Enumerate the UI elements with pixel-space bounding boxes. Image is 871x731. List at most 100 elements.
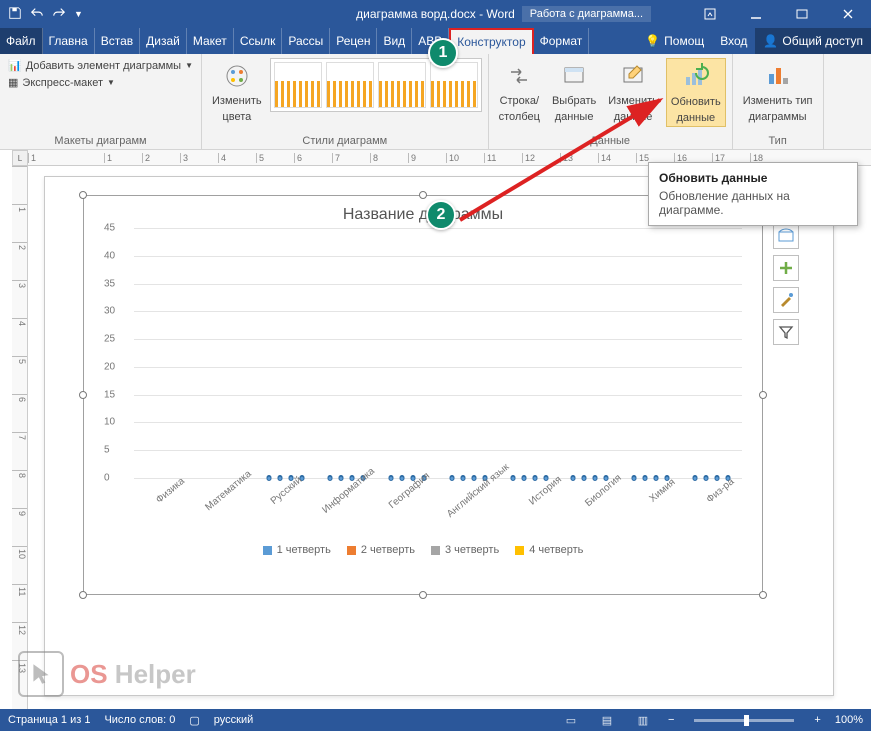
ruler-tick: 2: [12, 242, 27, 280]
switch-icon: [503, 60, 535, 92]
chart-object[interactable]: Название диаграммы 051015202530354045 Фи…: [83, 195, 763, 595]
share-button[interactable]: 👤 Общий доступ: [755, 28, 871, 54]
style-thumb[interactable]: [274, 62, 322, 108]
add-element-icon: 📊: [8, 59, 22, 72]
resize-handle[interactable]: [419, 191, 427, 199]
tab-design[interactable]: Дизай: [140, 28, 187, 54]
ruler-tick: 11: [12, 584, 27, 622]
maximize-icon[interactable]: [779, 0, 825, 28]
sign-in-button[interactable]: Вход: [712, 28, 755, 54]
tell-me-label: Помощ: [664, 34, 704, 48]
tab-view[interactable]: Вид: [377, 28, 412, 54]
annotation-1: 1: [428, 38, 458, 68]
status-page[interactable]: Страница 1 из 1: [8, 714, 90, 726]
save-icon[interactable]: [8, 6, 22, 23]
lightbulb-icon: 💡: [645, 34, 660, 48]
tab-constructor[interactable]: Конструктор: [449, 28, 533, 54]
group-label: Тип: [739, 133, 817, 147]
group-label: Стили диаграмм: [208, 133, 482, 147]
status-word-count[interactable]: Число слов: 0: [104, 714, 175, 726]
ruler-tick: 9: [12, 508, 27, 546]
resize-handle[interactable]: [419, 591, 427, 599]
ruler-tick: 5: [256, 153, 294, 163]
ruler-tick: 4: [12, 318, 27, 356]
tab-home[interactable]: Главна: [43, 28, 95, 54]
vertical-ruler[interactable]: 12345678910111213: [12, 166, 28, 709]
group-chart-styles: Изменить цвета Стили диаграмм: [202, 54, 489, 149]
ruler-tick: 1: [28, 153, 66, 163]
ruler-tick: 8: [370, 153, 408, 163]
resize-handle[interactable]: [759, 391, 767, 399]
y-tick-label: 40: [104, 250, 115, 261]
style-thumb[interactable]: [326, 62, 374, 108]
change-colors-button[interactable]: Изменить цвета: [208, 58, 266, 125]
resize-handle[interactable]: [79, 391, 87, 399]
change-chart-type-button[interactable]: Изменить тип диаграммы: [739, 58, 817, 125]
ruler-tick: 7: [332, 153, 370, 163]
legend-item[interactable]: 2 четверть: [347, 544, 415, 556]
web-layout-icon[interactable]: ▥: [632, 711, 654, 729]
read-mode-icon[interactable]: ▭: [560, 711, 582, 729]
annotation-arrow: [450, 90, 680, 240]
ruler-tick: 3: [12, 280, 27, 318]
legend-item[interactable]: 4 четверть: [515, 544, 583, 556]
ruler-tick: 1: [12, 204, 27, 242]
tooltip-title: Обновить данные: [659, 171, 847, 185]
y-tick-label: 35: [104, 278, 115, 289]
chart-styles-button[interactable]: [773, 287, 799, 313]
tab-references[interactable]: Ссылк: [234, 28, 283, 54]
zoom-level[interactable]: 100%: [835, 714, 863, 726]
express-layout-button[interactable]: ▦ Экспресс-макет ▼: [6, 75, 195, 90]
ruler-tick: 7: [12, 432, 27, 470]
legend-item[interactable]: 1 четверть: [263, 544, 331, 556]
chart-layout-options-button[interactable]: [773, 223, 799, 249]
resize-handle[interactable]: [79, 191, 87, 199]
chevron-down-icon: ▼: [107, 78, 115, 87]
tell-me-input[interactable]: 💡 Помощ: [637, 28, 712, 54]
ribbon-collapse-icon[interactable]: [687, 0, 733, 28]
chart-type-icon: [762, 60, 794, 92]
proofing-icon[interactable]: ▢: [189, 714, 199, 727]
share-label: Общий доступ: [782, 34, 863, 48]
legend-swatch: [263, 546, 272, 555]
ruler-tick: [12, 166, 27, 204]
ruler-tick: 9: [408, 153, 446, 163]
status-language[interactable]: русский: [214, 714, 253, 726]
undo-icon[interactable]: [30, 6, 44, 23]
zoom-out-button[interactable]: −: [668, 714, 674, 726]
chart-filters-button[interactable]: [773, 319, 799, 345]
ruler-tick: 17: [712, 153, 750, 163]
legend-item[interactable]: 3 четверть: [431, 544, 499, 556]
group-label: Макеты диаграмм: [6, 133, 195, 147]
resize-handle[interactable]: [759, 591, 767, 599]
zoom-slider[interactable]: [694, 719, 794, 722]
print-layout-icon[interactable]: ▤: [596, 711, 618, 729]
document-workspace: L 1123456789101112131415161718 123456789…: [0, 150, 871, 709]
ruler-tick: 1: [104, 153, 142, 163]
tab-layout[interactable]: Макет: [187, 28, 234, 54]
tooltip-body: Обновление данных на диаграмме.: [659, 189, 847, 217]
tab-mailings[interactable]: Рассы: [282, 28, 330, 54]
resize-handle[interactable]: [79, 591, 87, 599]
minimize-icon[interactable]: [733, 0, 779, 28]
tab-file[interactable]: Файл: [0, 28, 43, 54]
add-chart-element-button[interactable]: 📊 Добавить элемент диаграммы ▼: [6, 58, 195, 73]
tab-format[interactable]: Формат: [534, 28, 590, 54]
qat-dropdown-icon[interactable]: ▼: [74, 9, 83, 19]
chart-plot-area[interactable]: 051015202530354045: [134, 228, 742, 478]
tab-review[interactable]: Рецен: [330, 28, 377, 54]
chart-legend[interactable]: 1 четверть 2 четверть 3 четверть 4 четверть: [84, 544, 762, 556]
tab-insert[interactable]: Встав: [95, 28, 140, 54]
style-thumb[interactable]: [378, 62, 426, 108]
ruler-tick: 8: [12, 470, 27, 508]
close-icon[interactable]: [825, 0, 871, 28]
y-tick-label: 0: [104, 473, 110, 484]
zoom-in-button[interactable]: +: [814, 714, 820, 726]
group-chart-layouts: 📊 Добавить элемент диаграммы ▼ ▦ Экспрес…: [0, 54, 202, 149]
legend-swatch: [347, 546, 356, 555]
legend-label: 4 четверть: [529, 544, 583, 556]
legend-label: 2 четверть: [361, 544, 415, 556]
add-element-label: Добавить элемент диаграммы: [26, 60, 181, 72]
chart-elements-button[interactable]: [773, 255, 799, 281]
redo-icon[interactable]: [52, 6, 66, 23]
